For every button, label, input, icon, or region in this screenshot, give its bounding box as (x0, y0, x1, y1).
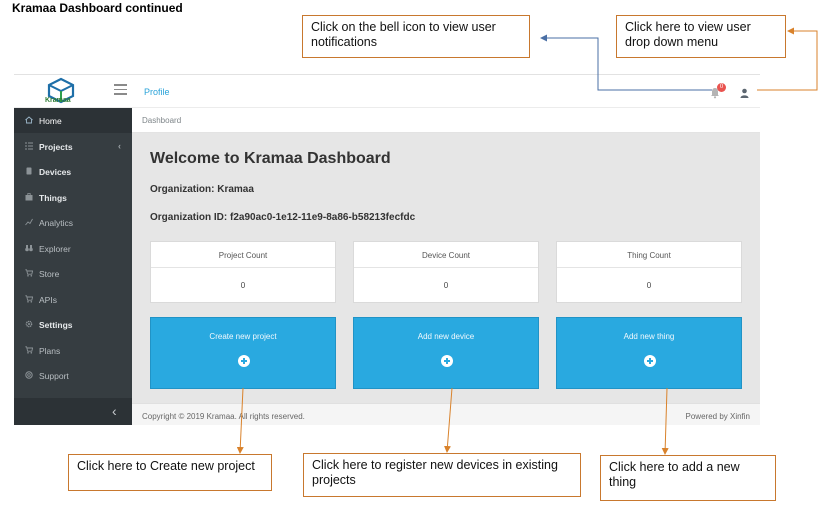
sidebar: Home Projects ‹ Devices Things Analytics (14, 108, 132, 425)
sidebar-item-label: Devices (39, 167, 72, 177)
sidebar-item-label: Plans (39, 345, 61, 356)
sidebar-item-support[interactable]: Support (14, 363, 132, 388)
plus-circle-icon (644, 355, 656, 367)
profile-link[interactable]: Profile (144, 87, 170, 97)
stat-label: Device Count (354, 242, 538, 268)
sidebar-item-devices[interactable]: Devices (14, 159, 132, 184)
binoculars-icon (25, 244, 33, 251)
sidebar-collapse-button[interactable]: ‹ (14, 398, 132, 425)
breadcrumb-bar: Dashboard (132, 108, 760, 133)
stat-value: 0 (240, 281, 246, 290)
sidebar-item-label: Support (39, 371, 69, 381)
breadcrumb: Dashboard (142, 116, 182, 125)
cart-icon (25, 345, 33, 354)
device-icon (26, 167, 32, 175)
create-project-button[interactable]: Create new project (150, 317, 336, 389)
thing-count-card: Thing Count 0 (556, 241, 742, 303)
top-bar: Kramaa Profile 0 (14, 75, 760, 108)
dashboard-content: Welcome to Kramaa Dashboard Organization… (132, 133, 760, 403)
sidebar-item-plans[interactable]: Plans (14, 338, 132, 363)
stat-label: Project Count (151, 242, 335, 268)
footer: Copyright © 2019 Kramaa. All rights rese… (132, 403, 760, 425)
callout-bell: Click on the bell icon to view user noti… (302, 15, 530, 58)
callout-add-thing: Click here to add a new thing (600, 455, 776, 501)
tutorial-slide: Kramaa Dashboard continued Click on the … (0, 0, 831, 517)
chart-icon (25, 218, 33, 226)
user-icon[interactable] (740, 88, 749, 98)
sidebar-item-store[interactable]: Store (14, 261, 132, 286)
stat-value: 0 (646, 281, 652, 290)
sidebar-item-label: Analytics (39, 218, 74, 228)
slide-title: Kramaa Dashboard continued (12, 1, 183, 15)
sidebar-item-apis[interactable]: APIs (14, 287, 132, 312)
cart-icon (25, 269, 33, 277)
list-icon (25, 142, 33, 149)
notification-badge: 0 (717, 83, 726, 92)
callout-create-project: Click here to Create new project (68, 454, 272, 491)
sidebar-item-label: Explorer (39, 243, 71, 254)
stat-value: 0 (443, 281, 449, 290)
sidebar-item-home[interactable]: Home (14, 108, 132, 133)
callout-add-device: Click here to register new devices in ex… (303, 453, 581, 497)
organization-id: Organization ID: f2a90ac0-1e12-11e9-8a86… (150, 212, 416, 223)
chevron-left-icon: ‹ (112, 403, 117, 419)
sidebar-item-label: Home (39, 116, 62, 126)
copyright-text: Copyright © 2019 Kramaa. All rights rese… (142, 412, 305, 421)
sidebar-item-label: Projects (39, 141, 73, 152)
sidebar-item-label: Settings (39, 320, 73, 330)
page-title: Welcome to Kramaa Dashboard (150, 150, 391, 167)
sidebar-item-settings[interactable]: Settings (14, 312, 132, 337)
stat-label: Thing Count (557, 242, 741, 268)
organization-name: Organization: Kramaa (150, 184, 254, 195)
sidebar-item-projects[interactable]: Projects ‹ (14, 134, 132, 159)
action-label: Add new thing (623, 332, 675, 341)
gear-icon (25, 320, 33, 328)
sidebar-item-analytics[interactable]: Analytics (14, 210, 132, 235)
sidebar-item-label: APIs (39, 294, 57, 305)
sidebar-item-explorer[interactable]: Explorer (14, 236, 132, 261)
action-label: Create new project (209, 332, 277, 341)
menu-toggle-icon[interactable] (114, 84, 127, 95)
sidebar-item-label: Things (39, 192, 67, 203)
device-count-card: Device Count 0 (353, 241, 539, 303)
briefcase-icon (25, 192, 33, 200)
logo-text: Kramaa (45, 97, 71, 104)
callout-user-menu: Click here to view user drop down menu (616, 15, 786, 58)
plus-circle-icon (238, 355, 250, 367)
project-count-card: Project Count 0 (150, 241, 336, 303)
add-device-button[interactable]: Add new device (353, 317, 539, 389)
sidebar-item-label: Store (39, 269, 60, 279)
plus-circle-icon (441, 355, 453, 367)
lifebuoy-icon (25, 371, 33, 379)
kramaa-app: Kramaa Profile 0 Home Projects ‹ Devices… (14, 74, 760, 425)
cart-icon (25, 294, 33, 303)
powered-by-text: Powered by Xinfin (685, 412, 750, 421)
add-thing-button[interactable]: Add new thing (556, 317, 742, 389)
home-icon (25, 116, 33, 124)
chevron-left-icon: ‹ (118, 140, 121, 151)
action-label: Add new device (417, 332, 475, 341)
sidebar-item-things[interactable]: Things (14, 185, 132, 210)
